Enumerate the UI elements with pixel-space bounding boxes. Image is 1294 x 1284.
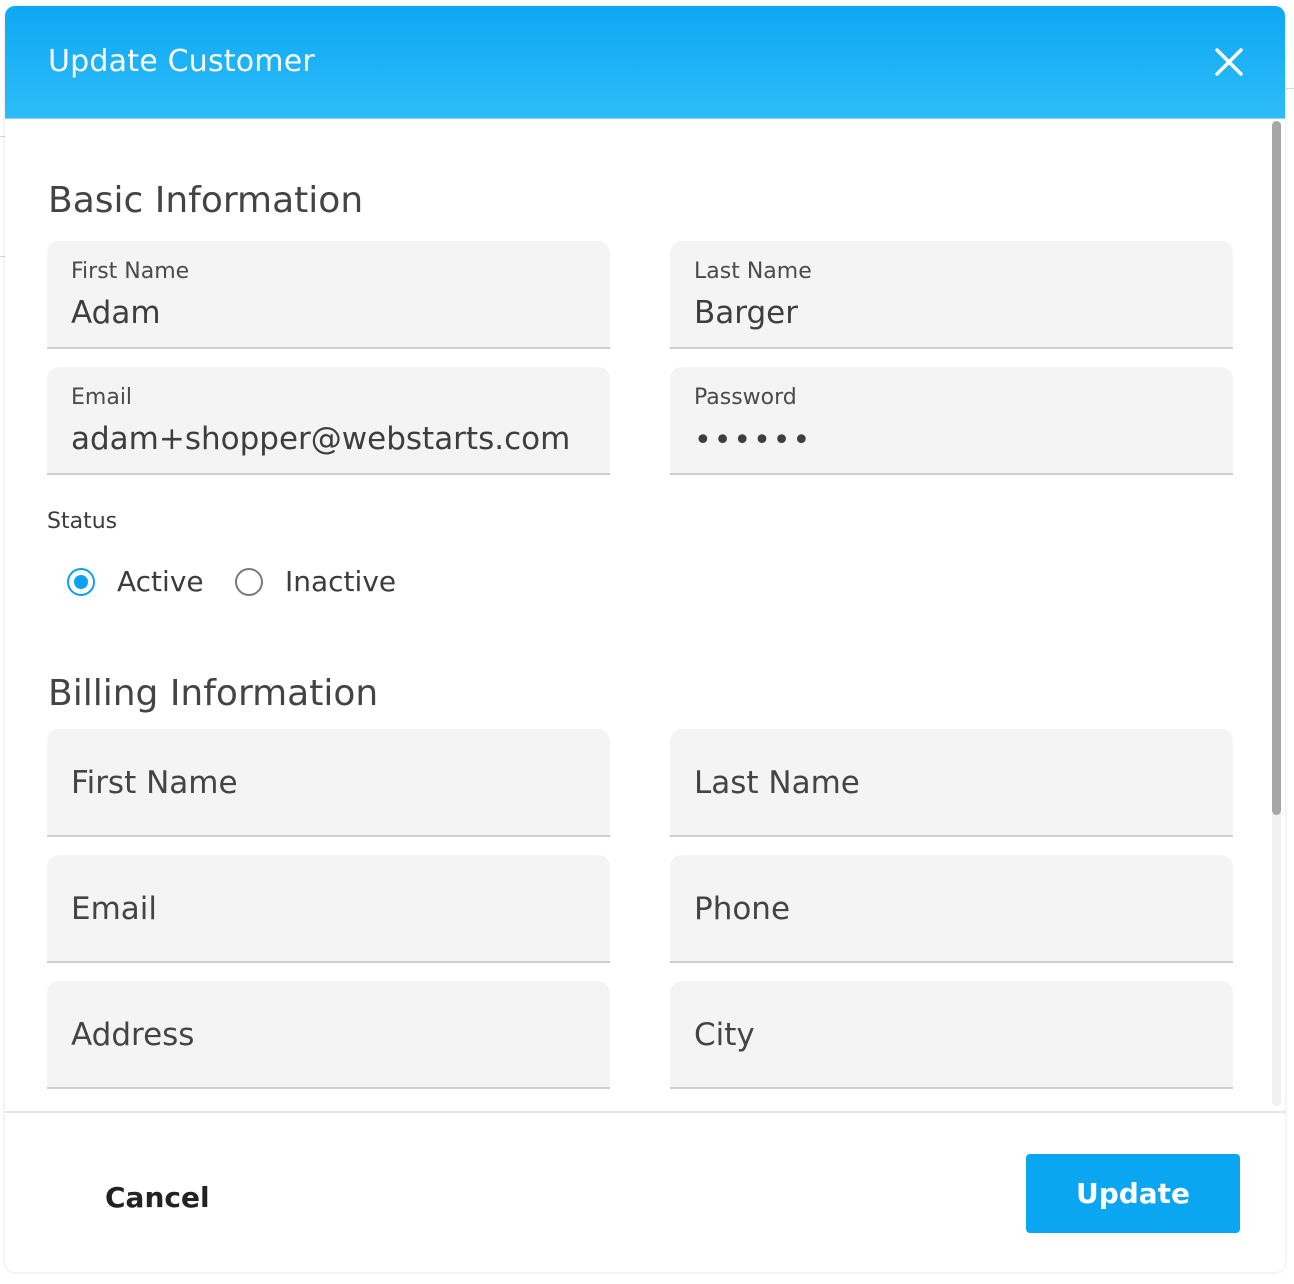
- billing-last-name-field[interactable]: Last Name: [670, 729, 1233, 837]
- status-inactive-label: Inactive: [285, 565, 397, 598]
- first-name-label: First Name: [71, 259, 190, 284]
- billing-information-heading: Billing Information: [48, 673, 379, 714]
- last-name-value[interactable]: Barger: [694, 293, 798, 333]
- billing-address-placeholder: Address: [71, 1017, 195, 1053]
- status-active-label: Active: [117, 565, 204, 598]
- basic-information-heading: Basic Information: [48, 180, 364, 221]
- billing-city-placeholder: City: [694, 1017, 755, 1053]
- close-button[interactable]: [1209, 42, 1249, 82]
- status-inactive-radio[interactable]: Inactive: [235, 565, 405, 602]
- status-label: Status: [47, 509, 118, 534]
- dialog-body[interactable]: Basic Information First Name Adam Last N…: [5, 119, 1285, 1111]
- radio-dot-icon: [74, 575, 88, 589]
- password-field[interactable]: Password ••••••: [670, 367, 1233, 475]
- billing-first-name-placeholder: First Name: [71, 765, 238, 801]
- update-button[interactable]: Update: [1026, 1154, 1240, 1233]
- billing-address-field[interactable]: Address: [47, 981, 610, 1089]
- last-name-field[interactable]: Last Name Barger: [670, 241, 1233, 349]
- billing-phone-field[interactable]: Phone: [670, 855, 1233, 963]
- billing-last-name-placeholder: Last Name: [694, 765, 860, 801]
- dialog-header: Update Customer: [5, 6, 1285, 119]
- cancel-button[interactable]: Cancel: [85, 1168, 230, 1228]
- password-value[interactable]: ••••••: [694, 421, 812, 461]
- password-label: Password: [694, 385, 797, 410]
- background-divider: [1286, 88, 1294, 89]
- close-icon: [1215, 48, 1243, 76]
- email-field[interactable]: Email adam+shopper@webstarts.com: [47, 367, 610, 475]
- billing-email-field[interactable]: Email: [47, 855, 610, 963]
- last-name-label: Last Name: [694, 259, 812, 284]
- update-customer-dialog: Update Customer Basic Information First …: [5, 6, 1285, 1272]
- billing-phone-placeholder: Phone: [694, 891, 791, 927]
- email-label: Email: [71, 385, 133, 410]
- dialog-footer: Cancel Update: [5, 1111, 1285, 1272]
- billing-city-field[interactable]: City: [670, 981, 1233, 1089]
- radio-checked-icon: [67, 568, 95, 596]
- first-name-field[interactable]: First Name Adam: [47, 241, 610, 349]
- first-name-value[interactable]: Adam: [71, 293, 161, 333]
- billing-first-name-field[interactable]: First Name: [47, 729, 610, 837]
- billing-email-placeholder: Email: [71, 891, 158, 927]
- scrollbar-thumb[interactable]: [1272, 121, 1281, 815]
- email-value[interactable]: adam+shopper@webstarts.com: [71, 419, 570, 459]
- radio-unchecked-icon: [235, 568, 263, 596]
- status-active-radio[interactable]: Active: [67, 565, 207, 602]
- dialog-title: Update Customer: [48, 44, 315, 79]
